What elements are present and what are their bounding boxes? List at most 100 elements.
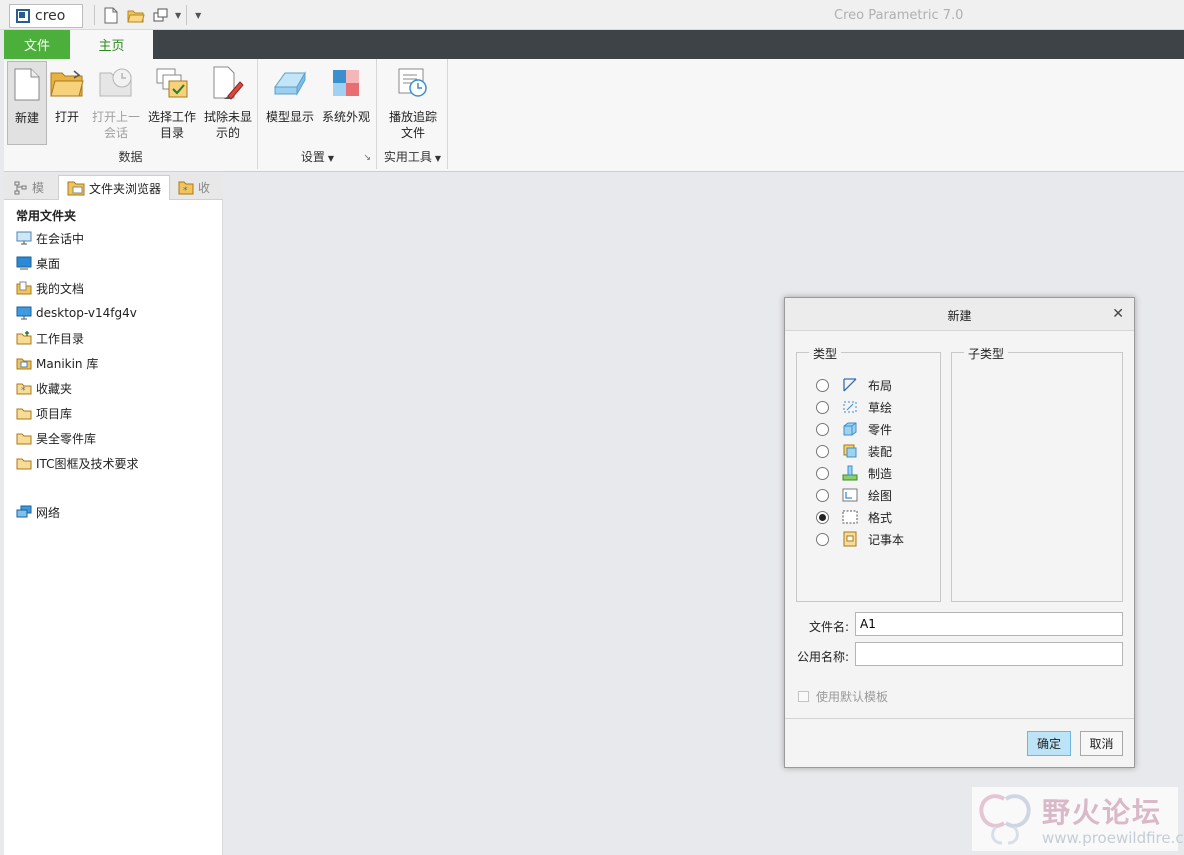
folder-item-label: 我的文档 [36, 281, 85, 296]
radio-button[interactable] [816, 532, 829, 546]
customize-toolbar-icon[interactable]: ▼ [195, 11, 201, 20]
creo-logo[interactable]: creo [9, 4, 83, 28]
dialog-title: 新建 [947, 309, 972, 323]
manufacturing-icon [842, 465, 858, 481]
radio-button[interactable] [816, 378, 829, 392]
type-option-notebook[interactable]: 记事本 [816, 529, 904, 549]
chevron-down-icon: ▼ [327, 154, 335, 163]
folder-item-label: 工作目录 [36, 331, 85, 346]
tab-model-tree[interactable]: 模 [14, 175, 44, 200]
folder-item-network[interactable]: 网络 [16, 502, 60, 522]
new-button-label: 新建 [14, 111, 39, 125]
type-label: 记事本 [868, 532, 905, 547]
type-option-part[interactable]: 零件 [816, 419, 892, 439]
folder-item-label: 在会话中 [36, 231, 85, 246]
radio-button[interactable] [816, 444, 829, 458]
system-appearance-icon [333, 70, 359, 96]
radio-button[interactable] [816, 422, 829, 436]
tab-folder-browser-label: 文件夹浏览器 [89, 181, 162, 196]
erase-not-displayed-button[interactable]: 拭除未显示的 [200, 61, 256, 145]
erase-not-displayed-label: 拭除未显示的 [203, 110, 252, 140]
model-display-icon [274, 71, 306, 96]
folder-item-label: Manikin 库 [36, 356, 99, 371]
folder-item-itc-frames[interactable]: ITC图框及技术要求 [16, 453, 139, 473]
radio-button-selected[interactable] [816, 510, 829, 524]
folder-item-parts-library[interactable]: 昊全零件库 [16, 428, 96, 448]
tab-favorites[interactable]: * 收 [178, 175, 210, 200]
folder-item-project-library[interactable]: 项目库 [16, 403, 72, 423]
folder-icon [16, 433, 32, 445]
group-label-data: 数据 [118, 150, 143, 164]
playback-trail-icon [398, 68, 427, 97]
folder-item-in-session[interactable]: 在会话中 [16, 228, 84, 248]
folder-icon [16, 408, 32, 420]
type-label: 制造 [868, 466, 893, 481]
format-icon [842, 510, 858, 524]
desktop-icon [16, 256, 32, 270]
ok-button[interactable]: 确定 [1027, 731, 1071, 756]
radio-button[interactable] [816, 466, 829, 480]
tab-folder-browser[interactable]: 文件夹浏览器 [58, 175, 171, 200]
ribbon-group-settings: 模型显示 系统外观 设置 ▼ ↘ [259, 59, 377, 169]
select-working-directory-button[interactable]: 选择工作目录 [144, 61, 200, 145]
tab-favorites-label: 收 [198, 181, 211, 195]
tab-file[interactable]: 文件 [4, 30, 70, 59]
new-button[interactable]: 新建 [7, 61, 47, 145]
tab-home[interactable]: 主页 [70, 30, 153, 59]
open-last-session-label: 打开上一会话 [91, 110, 140, 140]
title-bar: creo ▼ ▼ Creo Parametric 7.0 [0, 0, 1184, 30]
ribbon: 新建 打开 打开上一会话 选择工作目录 拭除未显示的 数据 模型显示 系统外观 [4, 59, 1184, 172]
common-name-input[interactable] [855, 642, 1123, 666]
type-option-layout[interactable]: 布局 [816, 375, 892, 395]
creo-logo-icon [16, 9, 30, 23]
divider [785, 718, 1134, 719]
new-dialog: 新建 ✕ 类型 布局 草绘 零件 装配 制造 绘图 格式 记事本 子类型 文件名… [784, 297, 1135, 768]
filename-input[interactable] [855, 612, 1123, 636]
open-last-session-button[interactable]: 打开上一会话 [88, 61, 144, 145]
radio-button[interactable] [816, 400, 829, 414]
folder-item-favorites[interactable]: * 收藏夹 [16, 378, 72, 398]
use-default-template-checkbox[interactable]: 使用默认模板 [798, 688, 888, 705]
group-label-utilities[interactable]: 实用工具 ▼ [378, 148, 447, 165]
cancel-button[interactable]: 取消 [1080, 731, 1123, 756]
folder-item-label: ITC图框及技术要求 [36, 456, 139, 471]
folder-item-label: 桌面 [36, 256, 61, 271]
logo-text: creo [35, 8, 66, 24]
watermark-url: www.proewildfire.cn [1042, 829, 1184, 847]
tab-model-tree-label: 模 [32, 181, 45, 195]
type-option-format[interactable]: 格式 [816, 507, 892, 527]
type-option-manufacturing[interactable]: 制造 [816, 463, 892, 483]
favorites-folder-icon: * [16, 383, 32, 395]
folder-item-my-documents[interactable]: 我的文档 [16, 278, 84, 298]
chevron-down-icon[interactable]: ▼ [175, 11, 181, 20]
assembly-icon [843, 444, 857, 458]
checkbox[interactable] [798, 691, 809, 702]
qat-windows-button[interactable] [150, 4, 172, 26]
group-label-settings[interactable]: 设置 ▼ [259, 148, 376, 165]
type-option-sketch[interactable]: 草绘 [816, 397, 892, 417]
close-icon[interactable]: ✕ [1112, 306, 1124, 322]
radio-button[interactable] [816, 488, 829, 502]
type-group: 类型 布局 草绘 零件 装配 制造 绘图 格式 记事本 [796, 345, 941, 602]
system-appearance-button[interactable]: 系统外观 [318, 61, 374, 145]
folder-item-computer[interactable]: desktop-v14fg4v [16, 303, 137, 323]
new-file-icon [14, 68, 40, 100]
dialog-launcher-icon[interactable]: ↘ [363, 153, 371, 163]
svg-text:*: * [21, 386, 26, 395]
open-button[interactable]: 打开 [49, 61, 85, 145]
type-label: 格式 [868, 510, 893, 525]
watermark-text: 野火论坛 [1042, 796, 1163, 829]
folder-item-label: 昊全零件库 [36, 431, 97, 446]
working-directory-icon [16, 331, 32, 345]
type-option-assembly[interactable]: 装配 [816, 441, 892, 461]
folder-item-manikin-library[interactable]: Manikin 库 [16, 353, 98, 373]
qat-new-button[interactable] [100, 4, 122, 26]
folder-item-working-directory[interactable]: 工作目录 [16, 328, 84, 348]
playback-trail-file-button[interactable]: 播放追踪文件 [383, 61, 443, 145]
type-label: 布局 [868, 378, 893, 393]
folder-item-desktop[interactable]: 桌面 [16, 253, 60, 273]
documents-folder-icon [16, 281, 32, 295]
type-option-drawing[interactable]: 绘图 [816, 485, 892, 505]
qat-open-button[interactable] [125, 4, 147, 26]
model-display-button[interactable]: 模型显示 [262, 61, 318, 145]
